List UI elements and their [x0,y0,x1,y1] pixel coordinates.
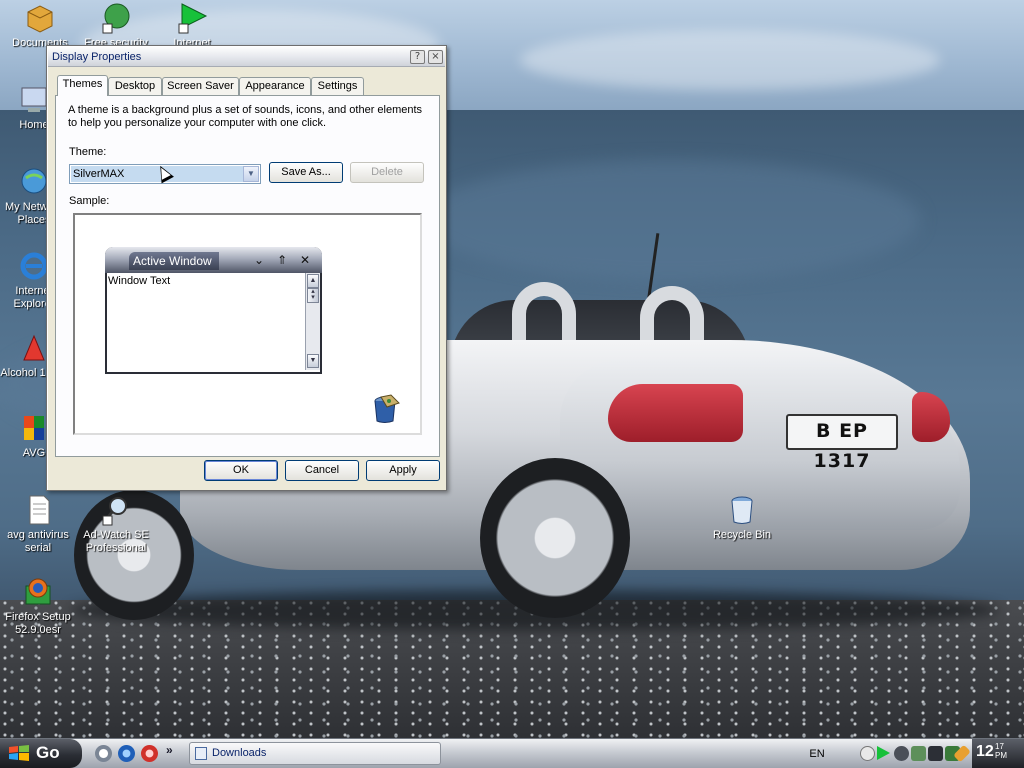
delete-button[interactable]: Delete [350,162,424,183]
green-arrow-shortcut-icon [178,3,208,34]
folder-icon [27,5,53,33]
desktop-icon-label: Recycle Bin [712,529,772,541]
smiley-tray-icon[interactable] [860,746,875,761]
tab-themes[interactable]: Themes [57,75,108,96]
green-arrow-tray-icon[interactable] [877,746,890,760]
sample-label: Sample: [69,195,110,207]
close-icon: ✕ [299,253,311,267]
start-label: Go [36,743,60,762]
taskbar-clock[interactable]: 12 17 PM [972,739,1024,768]
tab-screen-saver[interactable]: Screen Saver [162,77,239,95]
clock-minute: 17 PM [995,742,1007,760]
desktop-icon-free-security[interactable]: Free security [78,2,154,50]
theme-label: Theme: [69,146,107,158]
dialog-title: Display Properties [52,51,142,63]
internet-explorer-quicklaunch-icon[interactable] [118,745,135,762]
globe-shortcut-icon [102,3,130,34]
desktop-icon-documents[interactable]: Documents [2,2,78,50]
close-button[interactable]: × [428,50,443,64]
quicklaunch-overflow-button[interactable]: » [166,743,173,757]
clock-tray-icon[interactable] [894,746,909,761]
maximize-icon: ⇑ [276,253,288,267]
apply-button[interactable]: Apply [366,460,440,481]
wallpaper-car-taillight [608,384,743,442]
sample-active-window: Active Window ⌄ ⇑ ✕ Window Text ▲ ▴ ▾ ▼ [105,247,322,374]
tab-desktop[interactable]: Desktop [108,77,162,95]
desktop-icon-label: Home [19,119,49,131]
scroll-down-icon: ▼ [307,354,319,368]
desktop-icon-firefox-setup[interactable]: Firefox Setup 52.9.0esr [0,576,76,637]
sample-window-body: Window Text ▲ ▴ ▾ ▼ [107,273,320,372]
desktop-icon-recycle-bin[interactable]: Recycle Bin [704,494,780,541]
save-as-button[interactable]: Save As... [269,162,343,183]
recycle-bin-icon [731,496,753,524]
sample-window-title: Active Window [129,252,219,270]
dialog-titlebar[interactable]: Display Properties ? × [48,47,445,67]
show-desktop-icon[interactable] [95,745,112,762]
windows-flag-icon [9,745,29,761]
scroll-thumb: ▴ ▾ [307,288,319,303]
cancel-button[interactable]: Cancel [285,460,359,481]
scroll-up-icon: ▲ [307,274,319,288]
wallpaper-cloud [520,30,940,90]
clock-ampm: PM [995,751,1007,760]
wallpaper-hill [420,160,920,280]
desktop-icon-label: avg antivirus serial [7,529,69,554]
theme-sample-preview: Active Window ⌄ ⇑ ✕ Window Text ▲ ▴ ▾ ▼ [73,213,422,435]
magnifier-shortcut-icon [102,497,127,526]
clock-minute-value: 17 [995,742,1004,751]
help-button[interactable]: ? [410,50,425,64]
desktop-icon-ad-watch[interactable]: Ad-Watch SE Professional [78,494,154,555]
desktop-icon-label: Firefox Setup 52.9.0esr [5,611,71,636]
taskbar-button-downloads[interactable]: Downloads [189,742,441,765]
themes-description: A theme is a background plus a set of so… [68,104,423,129]
desktop-icon-avg-serial[interactable]: avg antivirus serial [0,494,76,555]
taskbar: Go » Downloads EN 12 17 PM [0,738,1024,768]
volume-tray-icon[interactable] [928,746,943,761]
tab-appearance[interactable]: Appearance [239,77,311,95]
desktop-icon-internet[interactable]: Internet [154,2,230,50]
language-indicator[interactable]: EN [805,746,829,762]
start-button[interactable]: Go [0,739,82,768]
firefox-setup-icon [25,578,51,605]
clock-hour: 12 [976,743,994,760]
network-tray-icon[interactable] [911,746,926,761]
media-quicklaunch-icon[interactable] [141,745,158,762]
wallpaper-license-plate: B EP 1317 [786,414,898,472]
minimize-icon: ⌄ [253,253,265,267]
sample-window-titlebar: Active Window ⌄ ⇑ ✕ [105,247,322,273]
ok-button[interactable]: OK [204,460,278,481]
taskbar-button-label: Downloads [212,747,267,759]
sample-scrollbar: ▲ ▴ ▾ ▼ [305,273,320,370]
display-properties-dialog: Display Properties ? × Themes Desktop Sc… [46,45,447,491]
text-document-icon [29,495,50,525]
system-tray [852,741,972,766]
wallpaper-car-wheel [480,458,630,618]
desktop-icon-label: Ad-Watch SE Professional [83,529,149,554]
desktop-icon-label: AVG [22,447,46,459]
tab-settings[interactable]: Settings [311,77,364,95]
recycle-bin-sample-icon [374,394,400,423]
sample-window-text: Window Text [108,275,171,287]
folder-window-icon [195,747,207,760]
chevron-down-icon[interactable]: ▼ [243,166,259,182]
